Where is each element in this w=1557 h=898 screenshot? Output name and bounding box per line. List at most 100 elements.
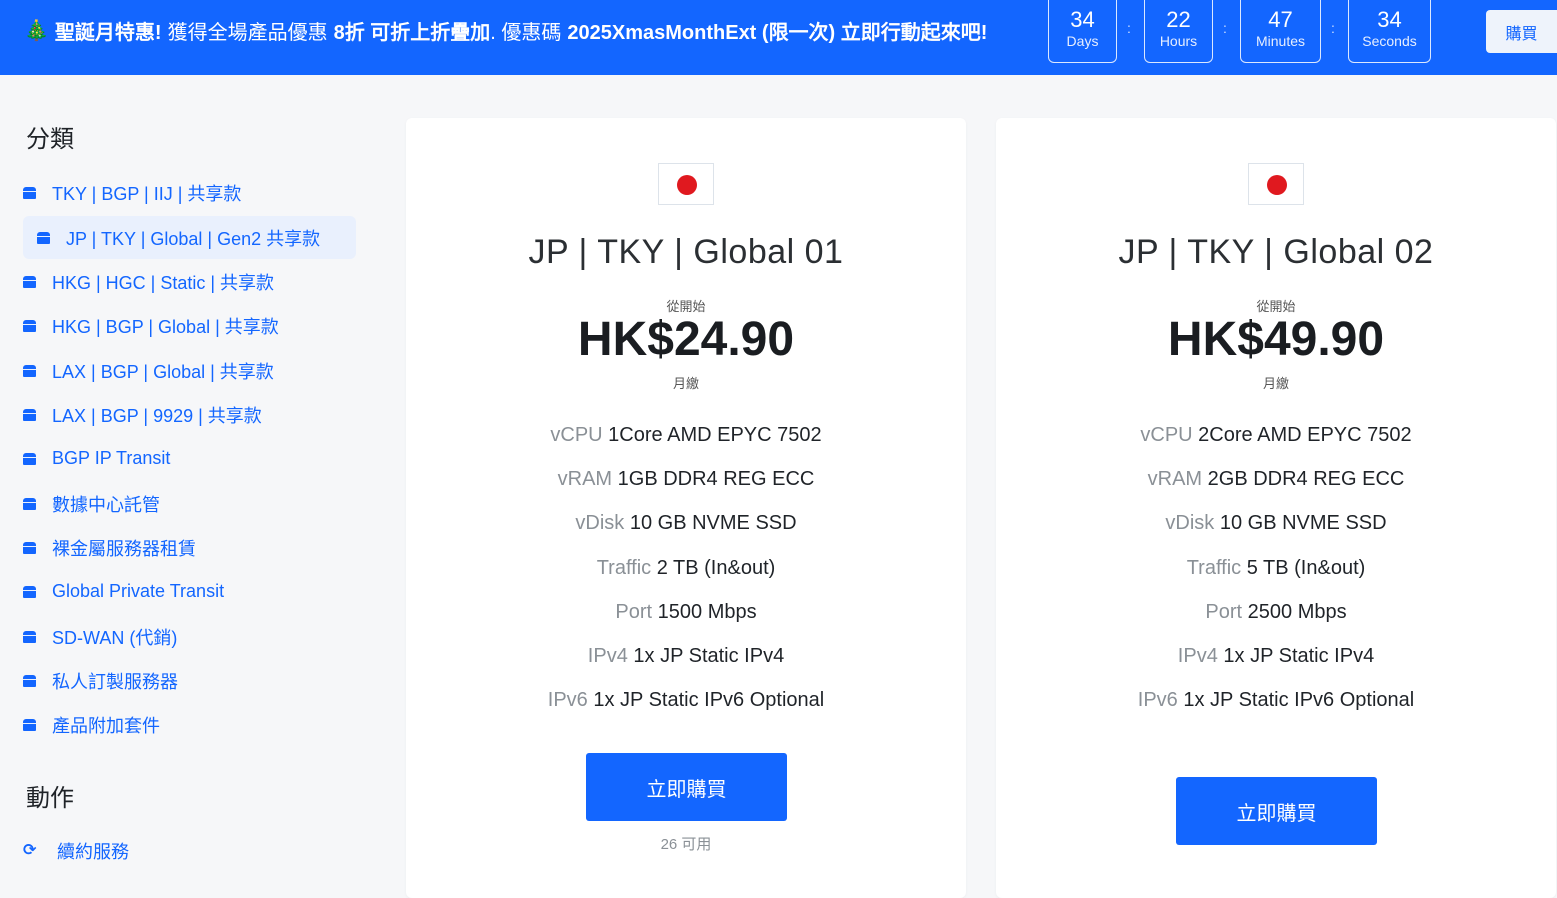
spec-key: Traffic (596, 557, 652, 579)
spec-vdisk: vDisk 10 GB NVME SSD (996, 512, 1556, 535)
product-price: HK$49.90 (1167, 313, 1385, 366)
product-name: JP | TKY | Global 02 (1118, 233, 1434, 271)
box-icon (23, 541, 36, 554)
product-card: JP | TKY | Global 01 從開始 HK$24.90 月繳 vCP… (406, 118, 966, 898)
spec-key: Port (1205, 601, 1243, 623)
buy-now-button[interactable]: 立即購買 (1176, 777, 1377, 845)
box-icon (23, 674, 36, 687)
countdown-seconds-unit: Seconds (1362, 33, 1417, 49)
spec-key: IPv6 (547, 689, 588, 711)
banner-buy-button[interactable]: 購買 (1486, 10, 1557, 53)
spec-ipv4: IPv4 1x JP Static IPv4 (996, 645, 1556, 668)
promo-text-1: 獲得全場產品優惠 (167, 21, 328, 44)
product-card: JP | TKY | Global 02 從開始 HK$49.90 月繳 vCP… (996, 118, 1556, 898)
spec-value: 2500 Mbps (1247, 601, 1347, 623)
box-icon (23, 275, 36, 288)
product-price: HK$24.90 (577, 313, 795, 366)
promo-discount: 8折 可折上折疊加 (333, 21, 491, 44)
sidebar-item-datacenter-colocation[interactable]: 數據中心託管 (23, 482, 356, 525)
countdown-hours-unit: Hours (1159, 33, 1198, 49)
sidebar-item-tky-bgp-iij[interactable]: TKY | BGP | IIJ | 共享款 (23, 171, 356, 214)
spec-value: 1GB DDR4 REG ECC (617, 468, 815, 490)
spec-value: 5 TB (In&out) (1246, 557, 1366, 579)
spec-key: Port (615, 601, 653, 623)
spec-key: IPv4 (587, 645, 628, 667)
spec-port: Port 1500 Mbps (406, 601, 966, 624)
sidebar-item-label: 私人訂製服務器 (52, 671, 178, 692)
sidebar-item-label: TKY | BGP | IIJ | 共享款 (52, 183, 242, 204)
sidebar-item-label: LAX | BGP | 9929 | 共享款 (52, 405, 262, 426)
spec-traffic: Traffic 5 TB (In&out) (996, 557, 1556, 580)
spec-key: vCPU (1140, 424, 1193, 446)
spec-key: vRAM (1147, 468, 1203, 490)
sidebar-item-bgp-ip-transit[interactable]: BGP IP Transit (23, 437, 356, 480)
box-icon (23, 718, 36, 731)
categories-heading: 分類 (26, 126, 74, 153)
spec-value: 2Core AMD EPYC 7502 (1198, 424, 1412, 446)
billing-cycle: 月繳 (672, 376, 699, 391)
promo-prefix: 聖誕月特惠! (54, 21, 162, 44)
sidebar-item-label: 產品附加套件 (52, 715, 160, 736)
countdown-separator: : (1127, 20, 1131, 36)
japan-flag-icon (658, 163, 714, 205)
spec-vram: vRAM 2GB DDR4 REG ECC (996, 468, 1556, 491)
promo-banner: 🎄 聖誕月特惠! 獲得全場產品優惠 8折 可折上折疊加 . 優惠碼 2025Xm… (0, 0, 1557, 75)
sidebar-item-label: HKG | HGC | Static | 共享款 (52, 272, 275, 293)
box-icon (37, 231, 50, 244)
sidebar-item-hkg-hgc-static[interactable]: HKG | HGC | Static | 共享款 (23, 260, 356, 303)
japan-flag-icon (1248, 163, 1304, 205)
spec-value: 1x JP Static IPv6 Optional (1183, 689, 1415, 711)
spec-vcpu: vCPU 1Core AMD EPYC 7502 (406, 424, 966, 447)
box-icon (23, 364, 36, 377)
sidebar-item-jp-tky-global-gen2[interactable]: JP | TKY | Global | Gen2 共享款 (23, 216, 356, 259)
spec-port: Port 2500 Mbps (996, 601, 1556, 624)
sidebar-item-global-private-transit[interactable]: Global Private Transit (23, 570, 356, 613)
box-icon (23, 319, 36, 332)
spec-key: Traffic (1186, 557, 1242, 579)
sidebar: 分類 TKY | BGP | IIJ | 共享款 JP | TKY | Glob… (0, 75, 380, 879)
sidebar-item-label: LAX | BGP | Global | 共享款 (52, 361, 274, 382)
spec-value: 1500 Mbps (657, 601, 757, 623)
sidebar-item-label: 數據中心託管 (52, 494, 160, 515)
sidebar-item-lax-bgp-global[interactable]: LAX | BGP | Global | 共享款 (23, 349, 356, 392)
sidebar-action-label: 續約服務 (57, 841, 129, 862)
spec-key: vRAM (557, 468, 613, 490)
sidebar-item-label: Global Private Transit (52, 581, 225, 601)
promo-code: 2025XmasMonthExt (限一次) 立即行動起來吧! (567, 21, 988, 44)
countdown-days: 34 Days (1048, 0, 1117, 63)
spec-value: 2GB DDR4 REG ECC (1207, 468, 1405, 490)
sidebar-item-hkg-bgp-global[interactable]: HKG | BGP | Global | 共享款 (23, 304, 356, 347)
spec-key: IPv4 (1177, 645, 1218, 667)
sidebar-item-label: 裸金屬服務器租賃 (52, 538, 196, 559)
box-icon (23, 497, 36, 510)
box-icon (23, 408, 36, 421)
spec-key: vDisk (1165, 512, 1215, 534)
countdown-separator: : (1331, 20, 1335, 36)
spec-ipv6: IPv6 1x JP Static IPv6 Optional (406, 689, 966, 712)
sidebar-item-bare-metal[interactable]: 裸金屬服務器租賃 (23, 526, 356, 569)
billing-cycle: 月繳 (1262, 376, 1289, 391)
countdown-hours-value: 22 (1166, 7, 1191, 32)
spec-value: 10 GB NVME SSD (1219, 512, 1387, 534)
countdown-days-value: 34 (1070, 7, 1095, 32)
sidebar-item-label: HKG | BGP | Global | 共享款 (52, 316, 279, 337)
sidebar-action-renew[interactable]: ⟳ 續約服務 (23, 829, 356, 872)
spec-value: 1x JP Static IPv6 Optional (593, 689, 825, 711)
sync-icon: ⟳ (23, 841, 37, 859)
availability-count: 26 可用 (660, 836, 712, 853)
sidebar-item-label: JP | TKY | Global | Gen2 共享款 (66, 228, 321, 249)
sidebar-item-addons[interactable]: 產品附加套件 (23, 703, 356, 746)
box-icon (23, 630, 36, 643)
sidebar-item-lax-bgp-9929[interactable]: LAX | BGP | 9929 | 共享款 (23, 393, 356, 436)
sidebar-item-sd-wan[interactable]: SD-WAN (代銷) (23, 615, 356, 658)
spec-value: 1Core AMD EPYC 7502 (608, 424, 822, 446)
sidebar-item-custom-server[interactable]: 私人訂製服務器 (23, 659, 356, 702)
countdown-minutes-value: 47 (1268, 7, 1293, 32)
buy-now-button[interactable]: 立即購買 (586, 753, 787, 821)
actions-heading: 動作 (26, 785, 74, 812)
spec-vdisk: vDisk 10 GB NVME SSD (406, 512, 966, 535)
product-name: JP | TKY | Global 01 (528, 233, 844, 271)
spec-key: vCPU (550, 424, 603, 446)
spec-value: 2 TB (In&out) (656, 557, 776, 579)
countdown-minutes-unit: Minutes (1255, 33, 1306, 49)
